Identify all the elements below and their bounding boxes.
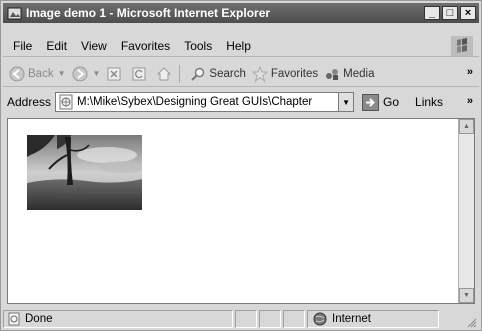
media-label: Media xyxy=(343,67,375,80)
status-pane-1 xyxy=(235,310,257,328)
page-icon xyxy=(59,94,73,110)
search-label: Search xyxy=(209,67,246,80)
refresh-button[interactable] xyxy=(131,66,150,82)
menu-file[interactable]: File xyxy=(13,39,32,53)
go-button[interactable]: Go xyxy=(362,93,400,111)
back-label: Back xyxy=(28,67,54,80)
address-dropdown-button[interactable]: ▼ xyxy=(338,93,354,111)
window-controls: _ □ × xyxy=(424,6,476,20)
ie-app-icon xyxy=(7,7,22,19)
forward-button[interactable]: ▼ xyxy=(72,66,101,82)
back-dropdown-icon[interactable]: ▼ xyxy=(58,69,66,78)
menu-help[interactable]: Help xyxy=(226,39,251,53)
resize-grip-icon[interactable] xyxy=(465,316,477,328)
menu-tools[interactable]: Tools xyxy=(184,39,212,53)
toolbar-overflow-chevron[interactable]: » xyxy=(467,66,473,78)
internet-globe-icon xyxy=(313,312,327,326)
toolbar-separator xyxy=(179,64,181,83)
address-value[interactable]: M:\Mike\Sybex\Designing Great GUIs\Chapt… xyxy=(77,96,338,108)
status-pane-3 xyxy=(283,310,305,328)
windows-flag-icon xyxy=(451,36,473,56)
title-bar[interactable]: Image demo 1 - Microsoft Internet Explor… xyxy=(3,3,479,23)
address-bar: Address M:\Mike\Sybex\Designing Great GU… xyxy=(3,89,479,115)
stop-icon xyxy=(107,67,121,80)
scroll-down-button[interactable]: ▼ xyxy=(459,288,474,303)
media-icon xyxy=(326,68,339,80)
vertical-scrollbar[interactable]: ▲ ▼ xyxy=(458,119,474,303)
status-text: Done xyxy=(25,313,53,325)
links-button[interactable]: Links xyxy=(415,95,443,109)
standard-toolbar: Back ▼ ▼ Search Favorites Media » xyxy=(3,61,479,87)
go-arrow-icon xyxy=(362,93,380,111)
refresh-icon xyxy=(132,67,146,80)
favorites-button[interactable]: Favorites xyxy=(251,65,319,82)
minimize-button[interactable]: _ xyxy=(424,6,440,20)
security-zone-pane[interactable]: Internet xyxy=(307,310,439,328)
menu-bar: File Edit View Favorites Tools Help xyxy=(3,35,479,57)
landscape-photo xyxy=(27,135,142,210)
page-content: ▲ ▼ xyxy=(7,118,475,304)
status-bar: Done Internet xyxy=(3,308,479,330)
favorites-label: Favorites xyxy=(270,67,319,80)
maximize-button[interactable]: □ xyxy=(442,6,458,20)
status-text-pane: Done xyxy=(3,310,233,328)
zone-label: Internet xyxy=(332,313,371,325)
back-button[interactable]: Back ▼ xyxy=(9,66,66,82)
stop-button[interactable] xyxy=(106,66,125,82)
forward-arrow-icon xyxy=(72,66,87,81)
forward-dropdown-icon[interactable]: ▼ xyxy=(93,69,101,78)
address-input[interactable]: M:\Mike\Sybex\Designing Great GUIs\Chapt… xyxy=(55,92,355,112)
status-pane-2 xyxy=(259,310,281,328)
search-icon xyxy=(191,67,205,81)
menu-edit[interactable]: Edit xyxy=(46,39,67,53)
go-label: Go xyxy=(383,95,400,109)
links-overflow-chevron[interactable]: » xyxy=(467,95,473,107)
favorites-star-icon xyxy=(251,65,268,82)
home-button[interactable] xyxy=(156,66,175,82)
close-button[interactable]: × xyxy=(460,6,476,20)
window-title: Image demo 1 - Microsoft Internet Explor… xyxy=(26,6,271,20)
home-icon xyxy=(157,66,172,80)
back-arrow-icon xyxy=(9,66,25,81)
scroll-up-button[interactable]: ▲ xyxy=(459,119,474,134)
page-done-icon xyxy=(8,312,20,326)
search-button[interactable]: Search xyxy=(190,66,246,82)
menu-favorites[interactable]: Favorites xyxy=(121,39,170,53)
browser-window: Image demo 1 - Microsoft Internet Explor… xyxy=(0,0,482,331)
media-button[interactable]: Media xyxy=(324,66,374,82)
menu-view[interactable]: View xyxy=(81,39,107,53)
address-label: Address xyxy=(7,95,52,109)
